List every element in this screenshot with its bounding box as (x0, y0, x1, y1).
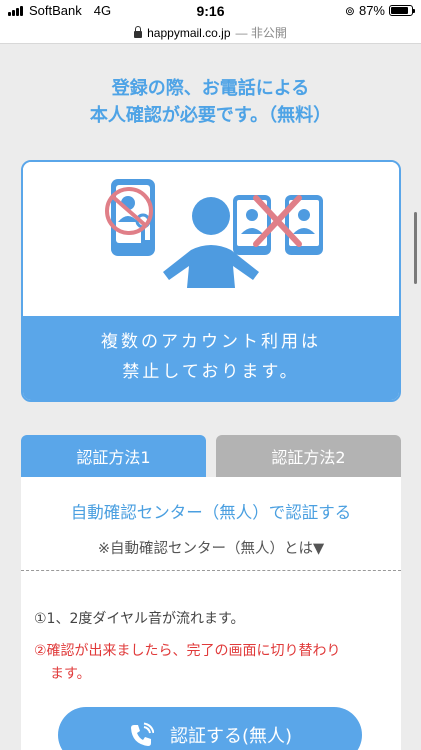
scrollbar[interactable] (414, 212, 417, 284)
notice-line-1: 登録の際、お電話による (111, 78, 310, 99)
orientation-lock-icon: ⊚ (344, 3, 355, 18)
method-panel: 自動確認センター（無人）で認証する ※自動確認センター（無人）とは▼ ①1、2度… (21, 477, 401, 750)
battery-percent: 87% (358, 3, 385, 18)
battery-icon (389, 5, 415, 16)
step-2-text: ②確認が出来ましたら、完了の画面に切り替わり ます。 (34, 640, 394, 686)
tab-method-1[interactable]: 認証方法1 (21, 435, 206, 477)
step-2-line-2: ます。 (50, 666, 91, 682)
url-domain: happymail.co.jp (147, 25, 231, 40)
step-1-text: ①1、2度ダイヤル音が流れます。 (34, 611, 245, 627)
method-title: 自動確認センター（無人）で認証する (70, 503, 352, 522)
step-2-line-1: ②確認が出来ましたら、完了の画面に切り替わり (34, 643, 341, 659)
lock-icon (134, 25, 143, 38)
verify-button-label: 認証する(無人) (169, 726, 293, 747)
multi-account-warning-card: 複数のアカウント利用は 禁止しております。 (21, 160, 401, 402)
status-bar: SoftBank 4G 9:16 ⊚ 87% (0, 0, 421, 22)
notice-line-2: 本人確認が必要です。（無料） (89, 105, 332, 126)
warning-caption: 複数のアカウント利用は 禁止しております。 (23, 316, 399, 400)
url-privacy-label: — 非公開 (235, 26, 287, 40)
address-bar[interactable]: happymail.co.jp — 非公開 (0, 22, 421, 44)
phone-with-key-icon (105, 179, 155, 256)
warning-illustration (23, 162, 399, 316)
caption-line-2: 禁止しております。 (122, 362, 300, 382)
auto-center-info-link[interactable]: ※自動確認センター（無人）とは▼ (21, 537, 401, 558)
multi-account-illustration (105, 179, 323, 288)
tab-method-2[interactable]: 認証方法2 (216, 435, 401, 477)
status-right: ⊚ 87% (344, 3, 415, 18)
verification-notice: 登録の際、お電話による 本人確認が必要です。（無料） (0, 75, 421, 129)
duplicate-accounts-icon (233, 195, 323, 255)
phone-icon (130, 722, 154, 746)
verify-unmanned-button[interactable]: 認証する(無人) (58, 707, 362, 750)
caption-line-1: 複数のアカウント利用は (101, 332, 321, 352)
dashed-divider (21, 570, 401, 571)
